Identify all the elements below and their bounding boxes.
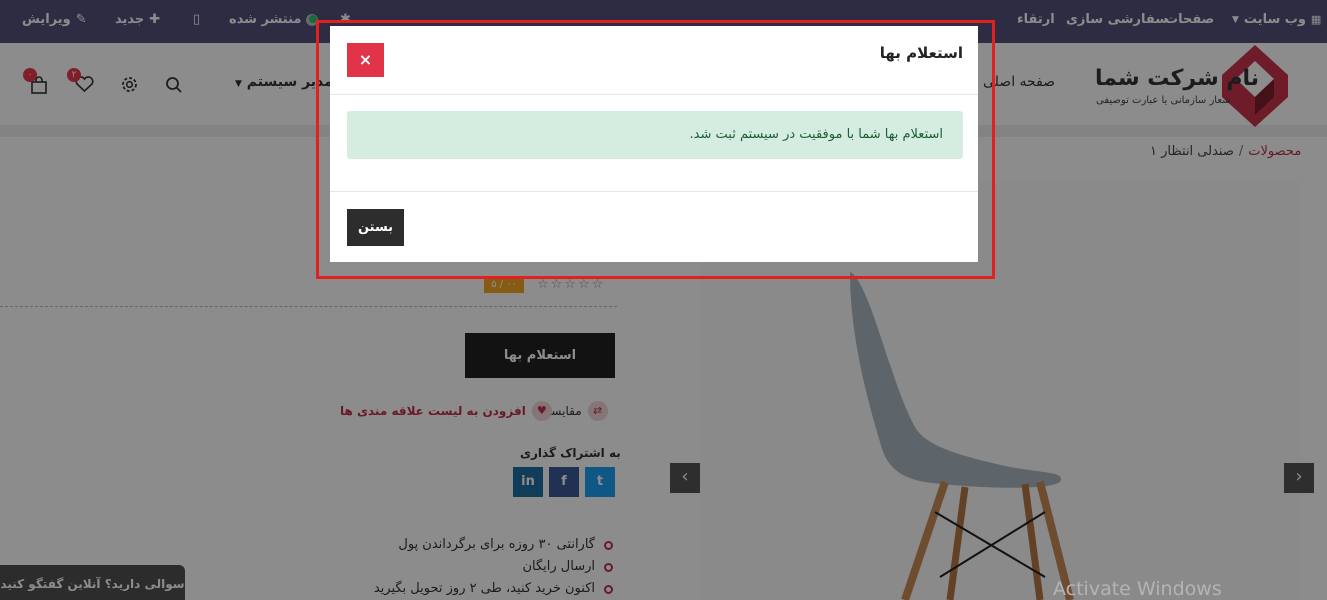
dialog-title: استعلام بها <box>879 44 963 62</box>
dialog-footer-divider <box>330 191 978 192</box>
windows-activation-watermark: Activate Windows <box>1053 578 1222 600</box>
success-alert: استعلام بها شما با موفقیت در سیستم ثبت ش… <box>347 111 963 159</box>
price-inquiry-dialog: استعلام بها × استعلام بها شما با موفقیت … <box>330 26 978 262</box>
close-icon: × <box>358 50 373 69</box>
dialog-dismiss-button[interactable]: بستن <box>347 209 404 246</box>
dialog-header-divider <box>330 94 978 95</box>
dialog-close-button[interactable]: × <box>347 43 384 77</box>
